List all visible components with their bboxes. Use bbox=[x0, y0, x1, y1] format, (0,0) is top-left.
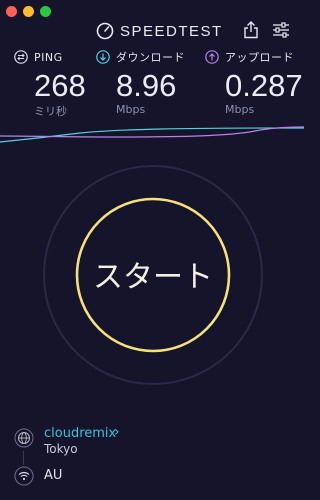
app-title: SPEEDTEST bbox=[120, 22, 223, 40]
upload-unit: Mbps bbox=[225, 103, 255, 116]
title-bar: SPEEDTEST bbox=[0, 0, 304, 46]
upload-metric: アップロード 0.287 Mbps bbox=[205, 48, 303, 116]
ping-label: PING bbox=[34, 50, 63, 64]
wifi-icon bbox=[14, 466, 34, 486]
chevron-right-icon[interactable]: › bbox=[114, 424, 120, 440]
settings-icon[interactable] bbox=[272, 22, 290, 38]
start-button-label[interactable]: スタート bbox=[93, 260, 213, 295]
download-metric: ダウンロード 8.96 Mbps bbox=[96, 48, 185, 116]
window-close-button[interactable] bbox=[6, 6, 17, 17]
download-value: 8.96 bbox=[116, 68, 177, 103]
isp-name: AU bbox=[44, 468, 63, 483]
download-icon bbox=[96, 50, 110, 64]
window-minimize-button[interactable] bbox=[23, 6, 34, 17]
ping-metric: PING 268 ミリ秒 bbox=[14, 48, 86, 119]
window-zoom-button[interactable] bbox=[40, 6, 51, 17]
ping-unit: ミリ秒 bbox=[34, 105, 67, 118]
upload-label: アップロード bbox=[225, 51, 294, 64]
app-brand: SPEEDTEST bbox=[96, 22, 223, 40]
upload-value: 0.287 bbox=[225, 68, 303, 103]
start-gauge: スタート bbox=[43, 165, 263, 385]
download-unit: Mbps bbox=[116, 103, 146, 116]
server-name-link[interactable]: cloudremix bbox=[44, 426, 116, 441]
ping-value: 268 bbox=[34, 68, 86, 103]
speed-graph bbox=[0, 126, 304, 143]
upload-icon bbox=[205, 50, 219, 64]
server-city: Tokyo bbox=[44, 442, 78, 456]
share-icon[interactable] bbox=[243, 21, 259, 39]
connector-line bbox=[23, 451, 24, 465]
download-label: ダウンロード bbox=[116, 51, 185, 64]
ping-icon bbox=[14, 50, 28, 64]
speedometer-icon bbox=[96, 22, 114, 40]
globe-icon bbox=[14, 428, 34, 448]
